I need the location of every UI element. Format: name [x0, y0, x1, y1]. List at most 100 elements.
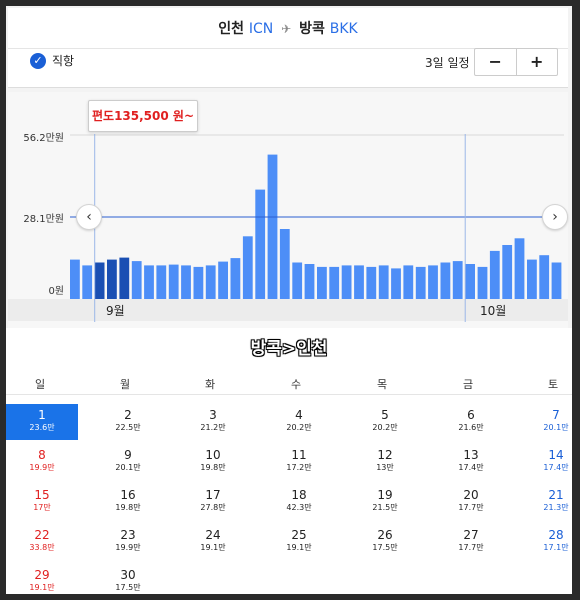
calendar-day[interactable]: 22 33.8만	[6, 524, 78, 560]
calendar-title: 방콕>인천	[250, 339, 328, 359]
chart-bar[interactable]	[94, 262, 105, 300]
chart-bar[interactable]	[70, 259, 80, 299]
chart-bar[interactable]	[218, 261, 228, 299]
calendar-day[interactable]: 5 20.2만	[349, 404, 421, 440]
chart-bar[interactable]	[131, 261, 142, 299]
calendar-day[interactable]: 24 19.1만	[177, 524, 249, 560]
chart-bar[interactable]	[551, 262, 562, 300]
chart-bar[interactable]	[329, 266, 340, 299]
chart-bar[interactable]	[279, 229, 290, 299]
calendar-day[interactable]: 23 19.9만	[92, 524, 164, 560]
day-number: 1	[38, 408, 46, 422]
divider	[6, 394, 572, 395]
chart-bar[interactable]	[366, 266, 377, 299]
chart-bar[interactable]	[489, 250, 500, 299]
calendar-day[interactable]: 14 17.4만	[520, 444, 572, 480]
chart-bar[interactable]	[341, 265, 352, 299]
day-number: 30	[120, 568, 136, 582]
calendar-day[interactable]: 21 21.3만	[520, 484, 572, 520]
chart-bar[interactable]	[144, 265, 154, 299]
chart-bar[interactable]	[440, 262, 451, 300]
chart-next-button[interactable]: ›	[542, 204, 568, 230]
calendar-day[interactable]: 20 17.7만	[435, 484, 507, 520]
chart-bar[interactable]	[465, 264, 475, 299]
calendar-day[interactable]: 3 21.2만	[177, 404, 249, 440]
chart-bar[interactable]	[415, 266, 426, 299]
calendar-day[interactable]: 15 17만	[6, 484, 78, 520]
stay-length-label: 3일 일정	[425, 56, 470, 70]
chart-bar[interactable]	[452, 261, 463, 299]
day-fare: 21.5만	[372, 503, 398, 512]
day-number: 28	[548, 528, 564, 542]
chart-bar[interactable]	[514, 238, 525, 299]
weekday-wed: 수	[290, 378, 302, 391]
chart-bar[interactable]	[292, 262, 303, 300]
chart-bar[interactable]	[181, 265, 191, 299]
calendar-day[interactable]: 26 17.5만	[349, 524, 421, 560]
chart-bar[interactable]	[539, 255, 550, 299]
direct-checkbox[interactable]: ✓	[30, 53, 46, 69]
month-label-october: 10월	[480, 304, 507, 318]
calendar-day[interactable]: 8 19.9만	[6, 444, 78, 480]
calendar-day[interactable]: 4 20.2만	[263, 404, 335, 440]
chart-bar[interactable]	[391, 268, 401, 299]
day-number: 13	[463, 448, 479, 462]
chart-bar[interactable]	[267, 154, 278, 299]
calendar-day[interactable]: 1 23.6만	[6, 404, 78, 440]
calendar-day[interactable]: 18 42.3만	[263, 484, 335, 520]
y-tick-label-zero: 0원	[48, 286, 64, 297]
chart-bar[interactable]	[193, 266, 204, 299]
chart-bar[interactable]	[205, 265, 216, 299]
chart-bar[interactable]	[354, 265, 364, 299]
chart-bar[interactable]	[527, 259, 537, 299]
plus-button[interactable]: +	[515, 49, 558, 75]
calendar-day[interactable]: 9 20.1만	[92, 444, 164, 480]
day-number: 20	[463, 488, 479, 502]
calendar-day[interactable]: 25 19.1만	[263, 524, 335, 560]
route-title: 인천 ICN ✈ 방콕 BKK	[8, 18, 568, 40]
chart-bar[interactable]	[477, 266, 488, 299]
minus-button[interactable]: −	[475, 49, 516, 75]
calendar-day[interactable]: 27 17.7만	[435, 524, 507, 560]
day-number: 5	[381, 408, 389, 422]
day-fare: 17.5만	[372, 543, 398, 552]
chart-bar[interactable]	[107, 259, 117, 299]
chart-bar[interactable]	[156, 265, 167, 299]
calendar-day[interactable]: 16 19.8만	[92, 484, 164, 520]
chart-prev-button[interactable]: ‹	[76, 204, 102, 230]
calendar-day[interactable]: 29 19.1만	[6, 564, 78, 594]
chart-bar[interactable]	[304, 264, 315, 299]
chart-bar[interactable]	[168, 264, 179, 299]
destination-code: BKK	[329, 21, 358, 37]
fare-tooltip: 편도135,500 원~	[88, 100, 198, 132]
calendar-day[interactable]: 7 20.1만	[520, 404, 572, 440]
calendar-day[interactable]: 28 17.1만	[520, 524, 572, 560]
chart-bar[interactable]	[502, 245, 513, 299]
calendar-day[interactable]: 11 17.2만	[263, 444, 335, 480]
calendar-day[interactable]: 2 22.5만	[92, 404, 164, 440]
chart-bar[interactable]	[255, 189, 266, 299]
day-fare: 20.2만	[286, 423, 312, 432]
chart-bar[interactable]	[242, 236, 253, 299]
chart-bar[interactable]	[403, 265, 414, 299]
chart-bar[interactable]	[317, 266, 327, 299]
chart-bar[interactable]	[230, 258, 241, 299]
chart-bar[interactable]	[82, 265, 93, 299]
day-number: 29	[34, 568, 50, 582]
day-fare: 17.7만	[458, 543, 484, 552]
calendar-day[interactable]: 13 17.4만	[435, 444, 507, 480]
calendar-day[interactable]: 19 21.5만	[349, 484, 421, 520]
day-fare: 13만	[376, 463, 394, 472]
calendar-day[interactable]: 6 21.6만	[435, 404, 507, 440]
calendar-day[interactable]: 30 17.5만	[92, 564, 164, 594]
day-number: 24	[205, 528, 221, 542]
day-number: 14	[548, 448, 564, 462]
y-tick-label-mid: 28.1만원	[23, 214, 64, 225]
calendar-day[interactable]: 12 13만	[349, 444, 421, 480]
chart-bar[interactable]	[119, 257, 130, 299]
calendar-day[interactable]: 17 27.8만	[177, 484, 249, 520]
calendar-day[interactable]: 10 19.8만	[177, 444, 249, 480]
day-fare: 19.1만	[200, 543, 226, 552]
chart-bar[interactable]	[428, 265, 438, 299]
chart-bar[interactable]	[378, 265, 389, 299]
